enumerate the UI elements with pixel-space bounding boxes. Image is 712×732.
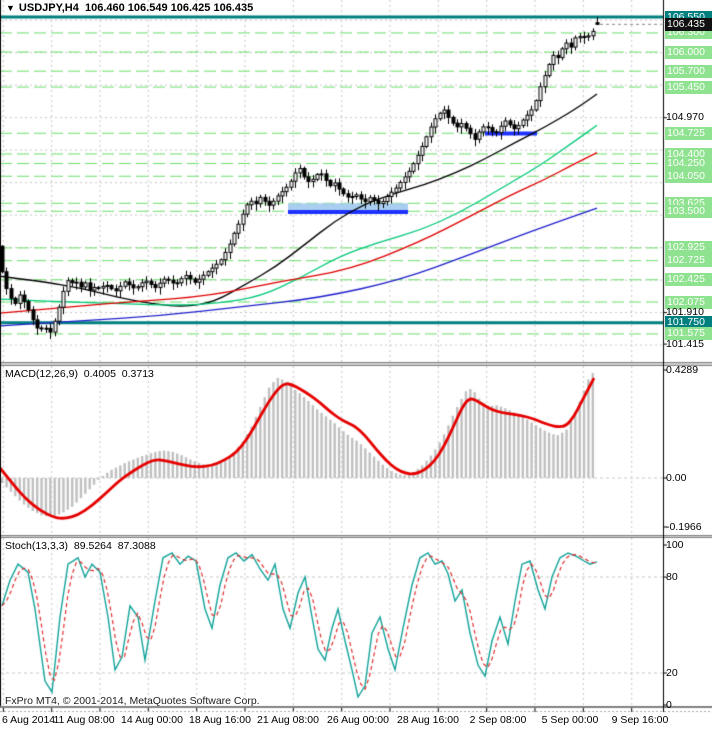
macd-main-value: 0.4005: [83, 368, 116, 380]
stoch-axis-label: 80: [666, 570, 678, 583]
stoch-axis-label: 100: [666, 538, 684, 551]
time-axis-label: 11 Aug 08:00: [53, 714, 115, 726]
price-level-label-green: 102.925: [665, 241, 712, 255]
stoch-name: Stoch(13,3,3): [5, 540, 69, 552]
stoch-indicator-label: Stoch(13,3,3) 89.5264 87.3088: [5, 540, 156, 552]
time-axis-label: 26 Aug 00:00: [327, 714, 389, 726]
price-level-label-green: 106.000: [665, 45, 712, 59]
price-chart-canvas[interactable]: [0, 0, 712, 732]
chart-title-bar: ▼ USDJPY,H4 106.460 106.549 106.425 106.4…: [6, 2, 253, 14]
mt4-chart-window: ▼ USDJPY,H4 106.460 106.549 106.425 106.4…: [0, 0, 712, 732]
stoch-d-value: 87.3088: [117, 540, 156, 552]
macd-indicator-label: MACD(12,26,9) 0.4005 0.3713: [5, 368, 154, 380]
time-axis-label: 6 Aug 2014: [2, 714, 56, 726]
stoch-axis-label: 0: [666, 698, 672, 711]
stoch-axis-label: 20: [666, 666, 678, 679]
copyright-text: FxPro MT4, © 2001-2014, MetaQuotes Softw…: [5, 695, 260, 707]
quote-low: 106.425: [170, 2, 211, 14]
quote-close: 106.435: [213, 2, 254, 14]
symbol-label: USDJPY,H4: [18, 2, 79, 14]
macd-axis-label: 0.00: [666, 471, 687, 484]
price-level-label-green: 104.725: [665, 126, 712, 140]
time-axis-label: 18 Aug 16:00: [189, 714, 251, 726]
price-level-label-green: 102.725: [665, 254, 712, 268]
time-axis-label: 28 Aug 16:00: [397, 714, 459, 726]
quote-open: 106.460: [84, 2, 125, 14]
price-level-label-green: 102.425: [665, 273, 712, 287]
time-axis-label: 2 Sep 08:00: [469, 714, 527, 726]
price-level-label-green: 104.050: [665, 169, 712, 183]
current-price-label: 106.435: [665, 17, 712, 31]
price-level-label-green: 105.450: [665, 80, 712, 94]
price-axis-label: 104.970: [666, 111, 704, 124]
stoch-k-value: 89.5264: [73, 540, 112, 552]
time-axis-label: 21 Aug 08:00: [257, 714, 319, 726]
quote-high: 106.549: [127, 2, 168, 14]
time-axis-label: 9 Sep 16:00: [611, 714, 669, 726]
macd-axis-label: 0.4289: [666, 363, 699, 376]
macd-name: MACD(12,26,9): [5, 368, 78, 380]
time-axis-label: 14 Aug 00:00: [121, 714, 183, 726]
price-axis-label: 101.910: [666, 306, 704, 319]
time-axis-label: 5 Sep 00:00: [541, 714, 599, 726]
price-level-label-green: 104.250: [665, 157, 712, 170]
macd-signal-value: 0.3713: [121, 368, 154, 380]
price-level-label-green: 103.500: [665, 204, 712, 218]
symbol-dropdown-icon[interactable]: ▼: [6, 3, 15, 13]
price-level-label-green: 105.700: [665, 64, 712, 78]
macd-axis-label: -0.1966: [666, 520, 702, 533]
price-axis-label: 101.415: [666, 337, 704, 350]
